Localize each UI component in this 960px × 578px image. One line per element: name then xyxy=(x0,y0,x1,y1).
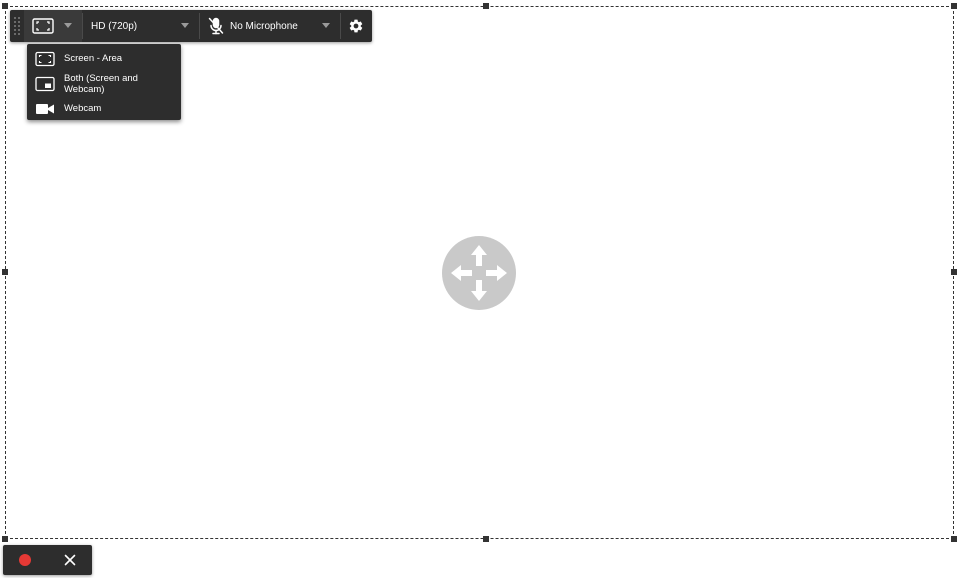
drag-grip-icon[interactable] xyxy=(10,10,24,42)
gear-icon xyxy=(349,19,363,33)
resize-handle-bottom-right[interactable] xyxy=(951,536,957,542)
menu-item-webcam[interactable]: Webcam xyxy=(27,96,181,121)
close-button[interactable] xyxy=(47,545,92,575)
recorder-toolbar: HD (720p) No Microphone xyxy=(10,10,372,42)
screen-area-icon xyxy=(32,18,54,34)
microphone-select[interactable]: No Microphone xyxy=(200,10,340,42)
microphone-off-icon xyxy=(208,17,224,35)
settings-button[interactable] xyxy=(341,10,371,42)
move-arrows-icon xyxy=(451,245,507,301)
screen-webcam-icon xyxy=(35,76,55,92)
chevron-down-icon xyxy=(181,23,189,28)
webcam-icon xyxy=(35,101,55,117)
record-icon xyxy=(19,554,31,566)
microphone-value: No Microphone xyxy=(230,20,298,32)
screen-area-icon xyxy=(35,51,55,67)
resize-handle-left[interactable] xyxy=(2,269,8,275)
resolution-select[interactable]: HD (720p) xyxy=(83,10,199,42)
chevron-down-icon xyxy=(322,23,330,28)
resolution-value: HD (720p) xyxy=(91,20,138,32)
close-icon xyxy=(64,554,75,566)
resize-handle-bottom-left[interactable] xyxy=(2,536,8,542)
capture-mode-menu: Screen - Area Both (Screen and Webcam) W… xyxy=(27,44,181,120)
move-region-handle[interactable] xyxy=(442,236,516,310)
menu-item-label: Screen - Area xyxy=(64,53,123,64)
screen-recorder-overlay: HD (720p) No Microphone Screen - Area Bo… xyxy=(0,0,960,578)
resize-handle-right[interactable] xyxy=(951,269,957,275)
menu-item-label: Webcam xyxy=(64,103,102,114)
menu-item-screen-area[interactable]: Screen - Area xyxy=(27,46,181,71)
resize-handle-top-right[interactable] xyxy=(951,3,957,9)
record-button[interactable] xyxy=(3,545,47,575)
recording-controls xyxy=(3,545,92,575)
menu-item-label: Both (Screen and Webcam) xyxy=(64,72,138,95)
capture-mode-button[interactable] xyxy=(24,10,82,42)
resize-handle-top-left[interactable] xyxy=(2,3,8,9)
chevron-down-icon xyxy=(64,23,72,28)
resize-handle-bottom[interactable] xyxy=(483,536,489,542)
menu-item-screen-and-webcam[interactable]: Both (Screen and Webcam) xyxy=(27,71,181,96)
resize-handle-top[interactable] xyxy=(483,3,489,9)
